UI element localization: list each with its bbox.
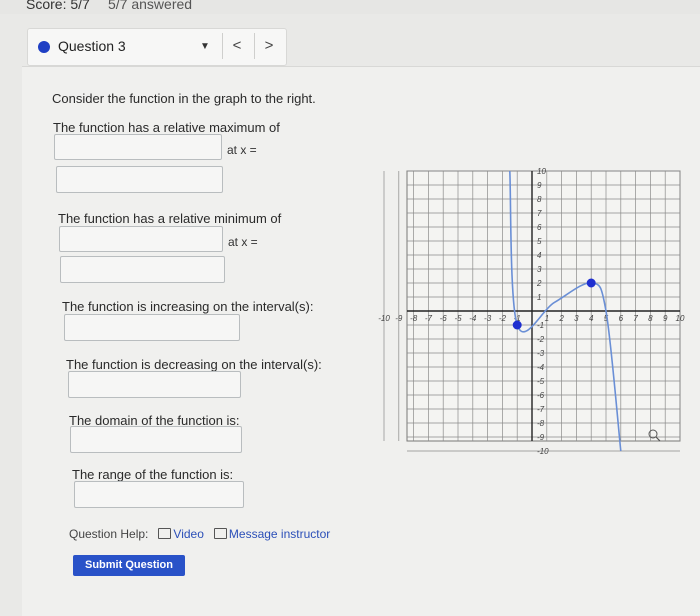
y-tick-label: 7 bbox=[537, 209, 542, 218]
x-tick-label: -3 bbox=[484, 314, 492, 323]
x-tick-label: 10 bbox=[676, 314, 685, 323]
y-tick-label: -9 bbox=[537, 433, 545, 442]
y-tick-label: -1 bbox=[537, 321, 544, 330]
x-tick-label: -2 bbox=[499, 314, 507, 323]
y-tick-label: 3 bbox=[537, 265, 542, 274]
y-tick-label: 4 bbox=[537, 251, 542, 260]
y-tick-label: 1 bbox=[537, 293, 541, 302]
y-tick-label: -7 bbox=[537, 405, 545, 414]
x-tick-label: 1 bbox=[545, 314, 549, 323]
x-tick-label: -6 bbox=[440, 314, 448, 323]
y-tick-label: 2 bbox=[536, 279, 542, 288]
x-tick-label: 3 bbox=[574, 314, 579, 323]
graph-background bbox=[406, 170, 681, 442]
y-tick-label: 9 bbox=[537, 181, 542, 190]
y-tick-label: -2 bbox=[537, 335, 545, 344]
y-tick-label: 5 bbox=[537, 237, 542, 246]
x-tick-label: 4 bbox=[589, 314, 594, 323]
x-tick-label: 7 bbox=[633, 314, 638, 323]
graph-point bbox=[586, 278, 596, 288]
x-tick-label: -9 bbox=[395, 314, 403, 323]
y-tick-label: -3 bbox=[537, 349, 545, 358]
x-tick-label: -10 bbox=[378, 314, 390, 323]
y-tick-label: -5 bbox=[537, 377, 545, 386]
y-tick-label: -8 bbox=[537, 419, 545, 428]
x-tick-label: 8 bbox=[648, 314, 653, 323]
function-graph: -10 -9 -8 -7 -6 -5 -4 -3 -2 -1 1 2 3 4 5 6 7 8 9 10 1098765… bbox=[378, 167, 685, 456]
y-tick-label: -6 bbox=[537, 391, 545, 400]
y-tick-label: 10 bbox=[537, 167, 546, 176]
y-tick-label: 8 bbox=[537, 195, 542, 204]
x-tick-label: -7 bbox=[425, 314, 433, 323]
y-tick-label: 6 bbox=[537, 223, 542, 232]
x-tick-label: -5 bbox=[454, 314, 462, 323]
x-tick-label: 9 bbox=[663, 314, 668, 323]
x-tick-label: -4 bbox=[469, 314, 477, 323]
y-tick-label: -4 bbox=[537, 363, 545, 372]
graph-point bbox=[512, 320, 522, 330]
y-tick-label: -10 bbox=[537, 447, 549, 456]
x-tick-label: 2 bbox=[558, 314, 564, 323]
x-tick-label: -8 bbox=[410, 314, 418, 323]
x-tick-label: 6 bbox=[619, 314, 624, 323]
